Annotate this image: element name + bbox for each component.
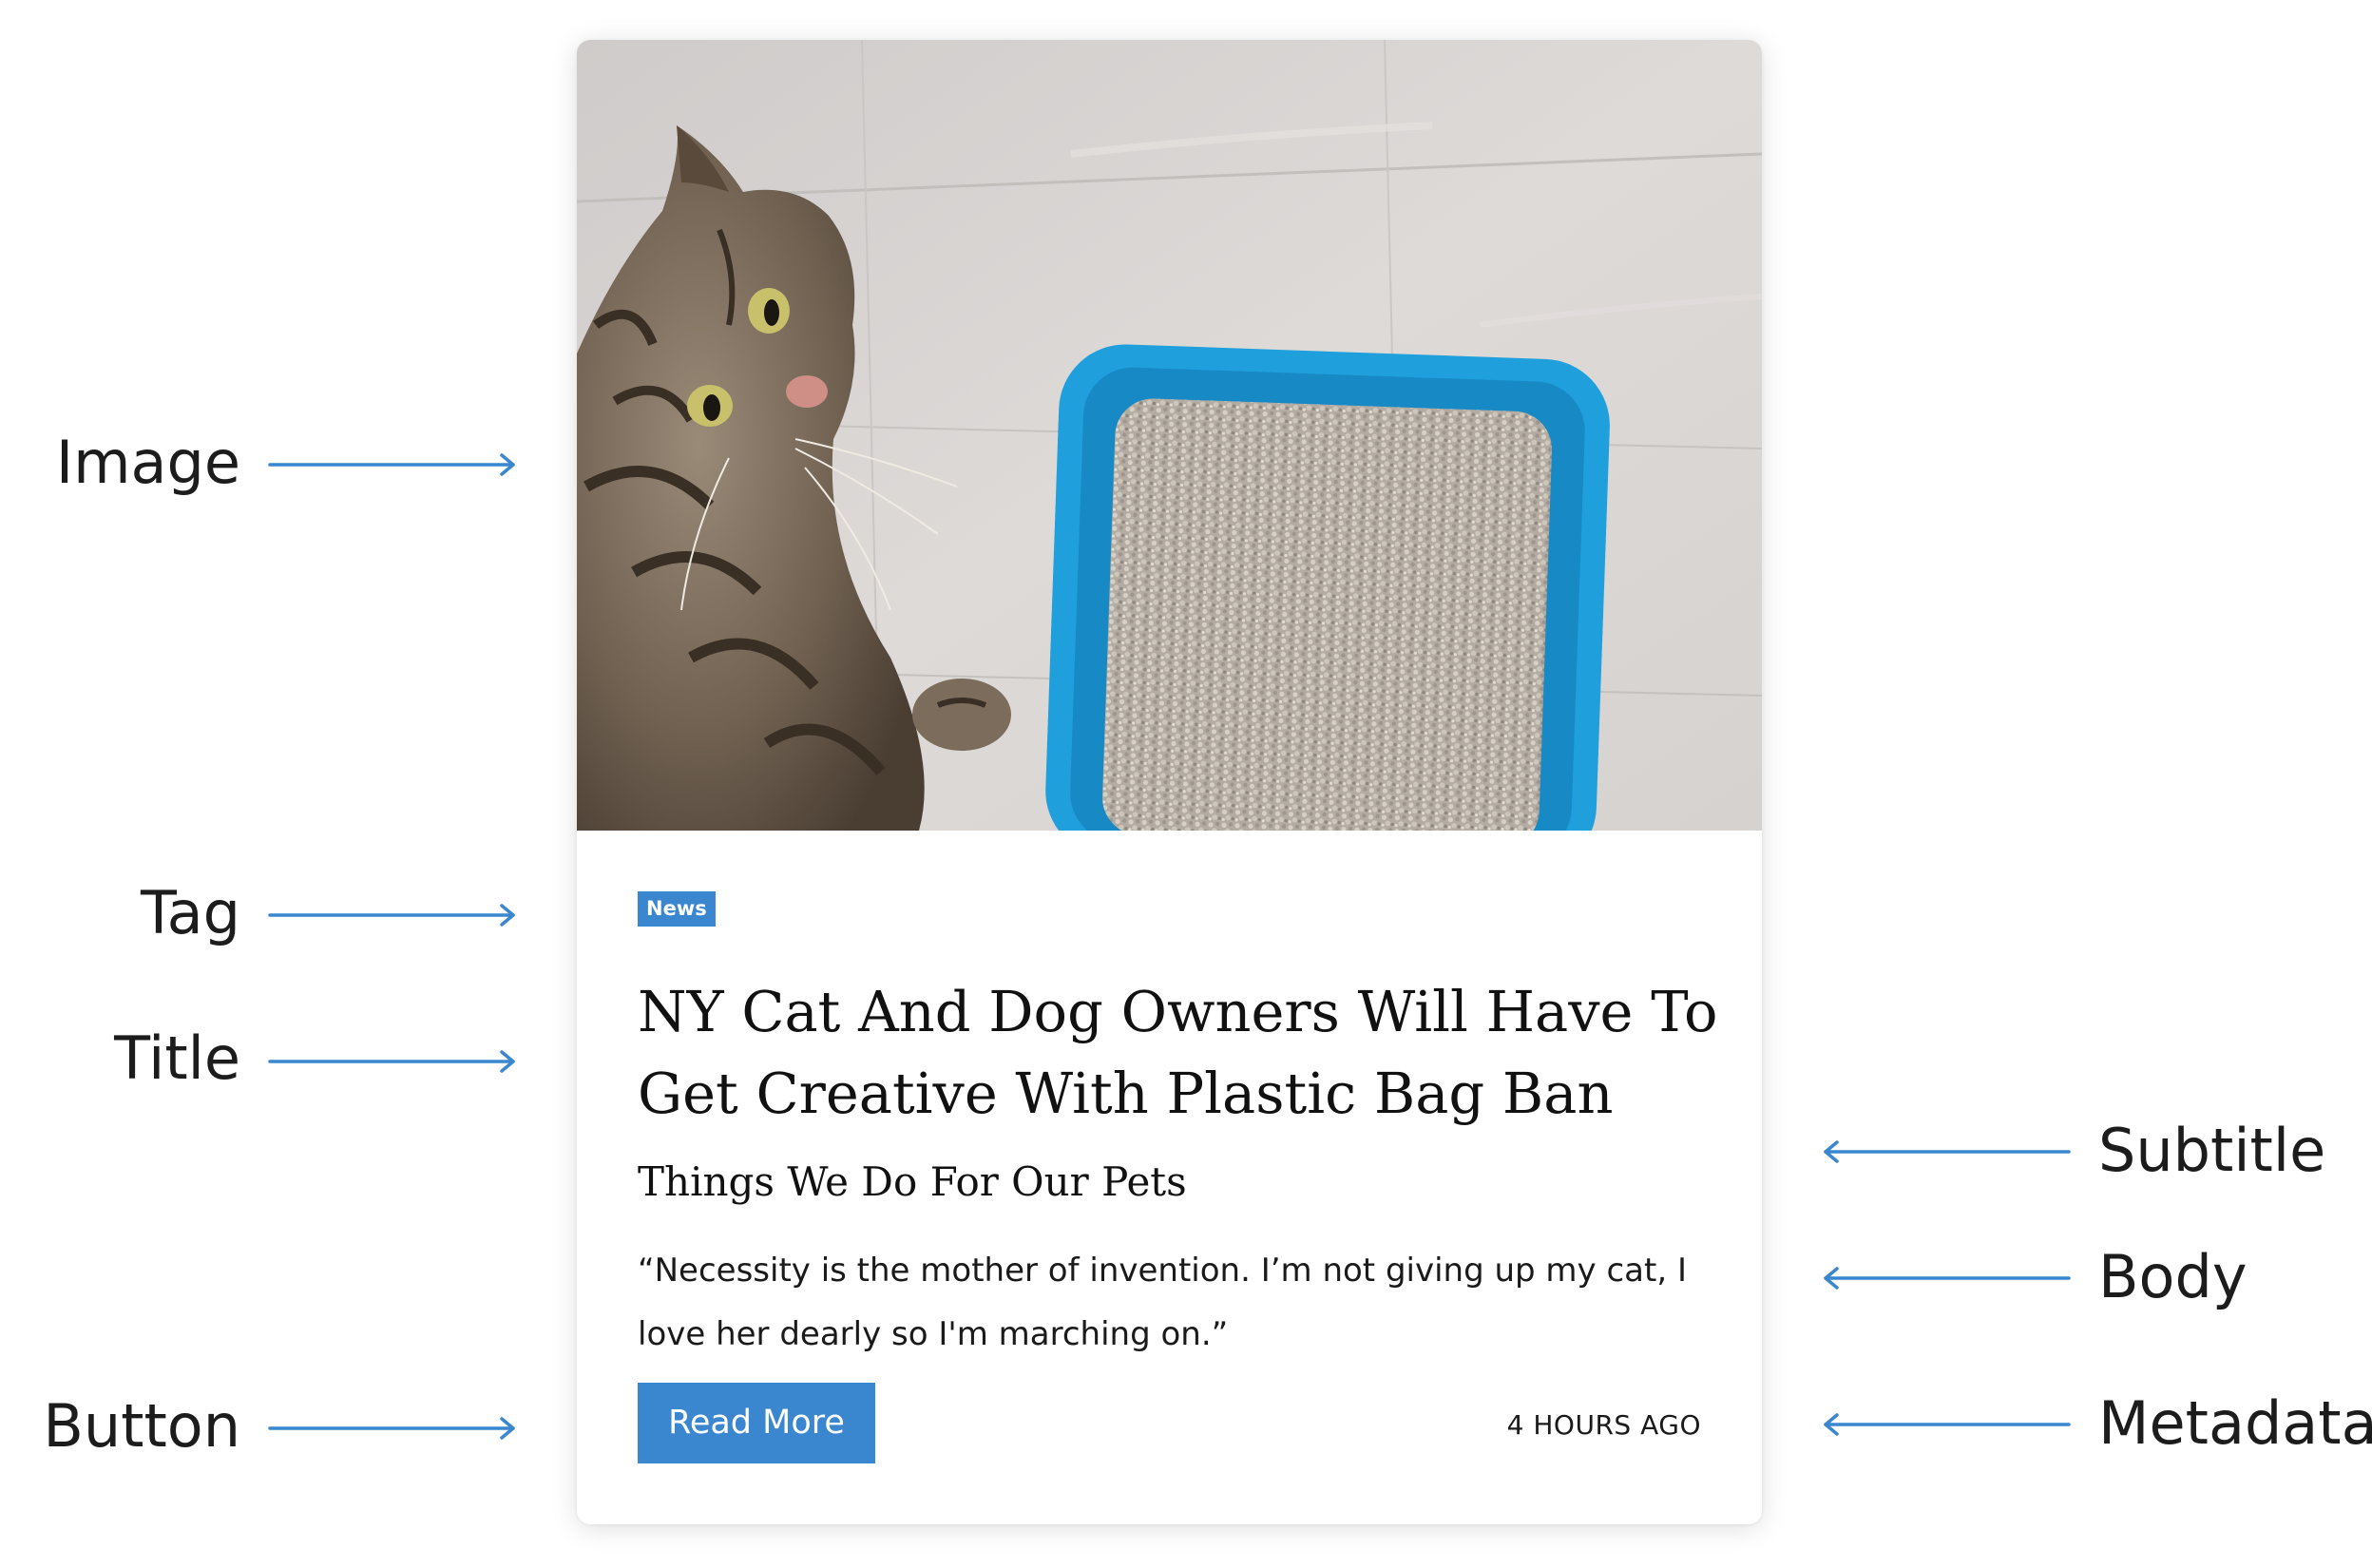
annotation-label-subtitle: Subtitle	[2098, 1116, 2326, 1185]
card-image	[577, 40, 1762, 831]
annotation-label-image: Image	[55, 428, 240, 497]
metadata-timestamp: 4 HOURS AGO	[1506, 1409, 1701, 1441]
article-title[interactable]: NY Cat And Dog Owners Will Have To Get C…	[638, 971, 1721, 1135]
article-body: “Necessity is the mother of invention. I…	[638, 1252, 1687, 1353]
annotation-arrow-image	[268, 453, 515, 476]
annotation-arrow-title	[268, 1050, 515, 1073]
annotation-arrow-tag	[268, 904, 515, 927]
read-more-button[interactable]: Read More	[638, 1383, 875, 1463]
article-subtitle: Things We Do For Our Pets	[638, 1158, 1187, 1205]
annotation-arrow-body	[1824, 1267, 2071, 1290]
article-card: News NY Cat And Dog Owners Will Have To …	[577, 40, 1762, 1524]
annotation-arrow-button	[268, 1417, 515, 1440]
annotation-label-title: Title	[114, 1023, 240, 1093]
annotation-label-metadata: Metadata	[2098, 1388, 2372, 1458]
annotation-label-body: Body	[2098, 1242, 2248, 1311]
annotation-label-tag: Tag	[141, 878, 240, 947]
annotation-arrow-metadata	[1824, 1413, 2071, 1436]
litter-box	[1045, 344, 1610, 831]
tag-badge[interactable]: News	[638, 891, 716, 927]
annotation-arrow-subtitle	[1824, 1140, 2071, 1163]
annotation-label-button: Button	[43, 1391, 240, 1461]
